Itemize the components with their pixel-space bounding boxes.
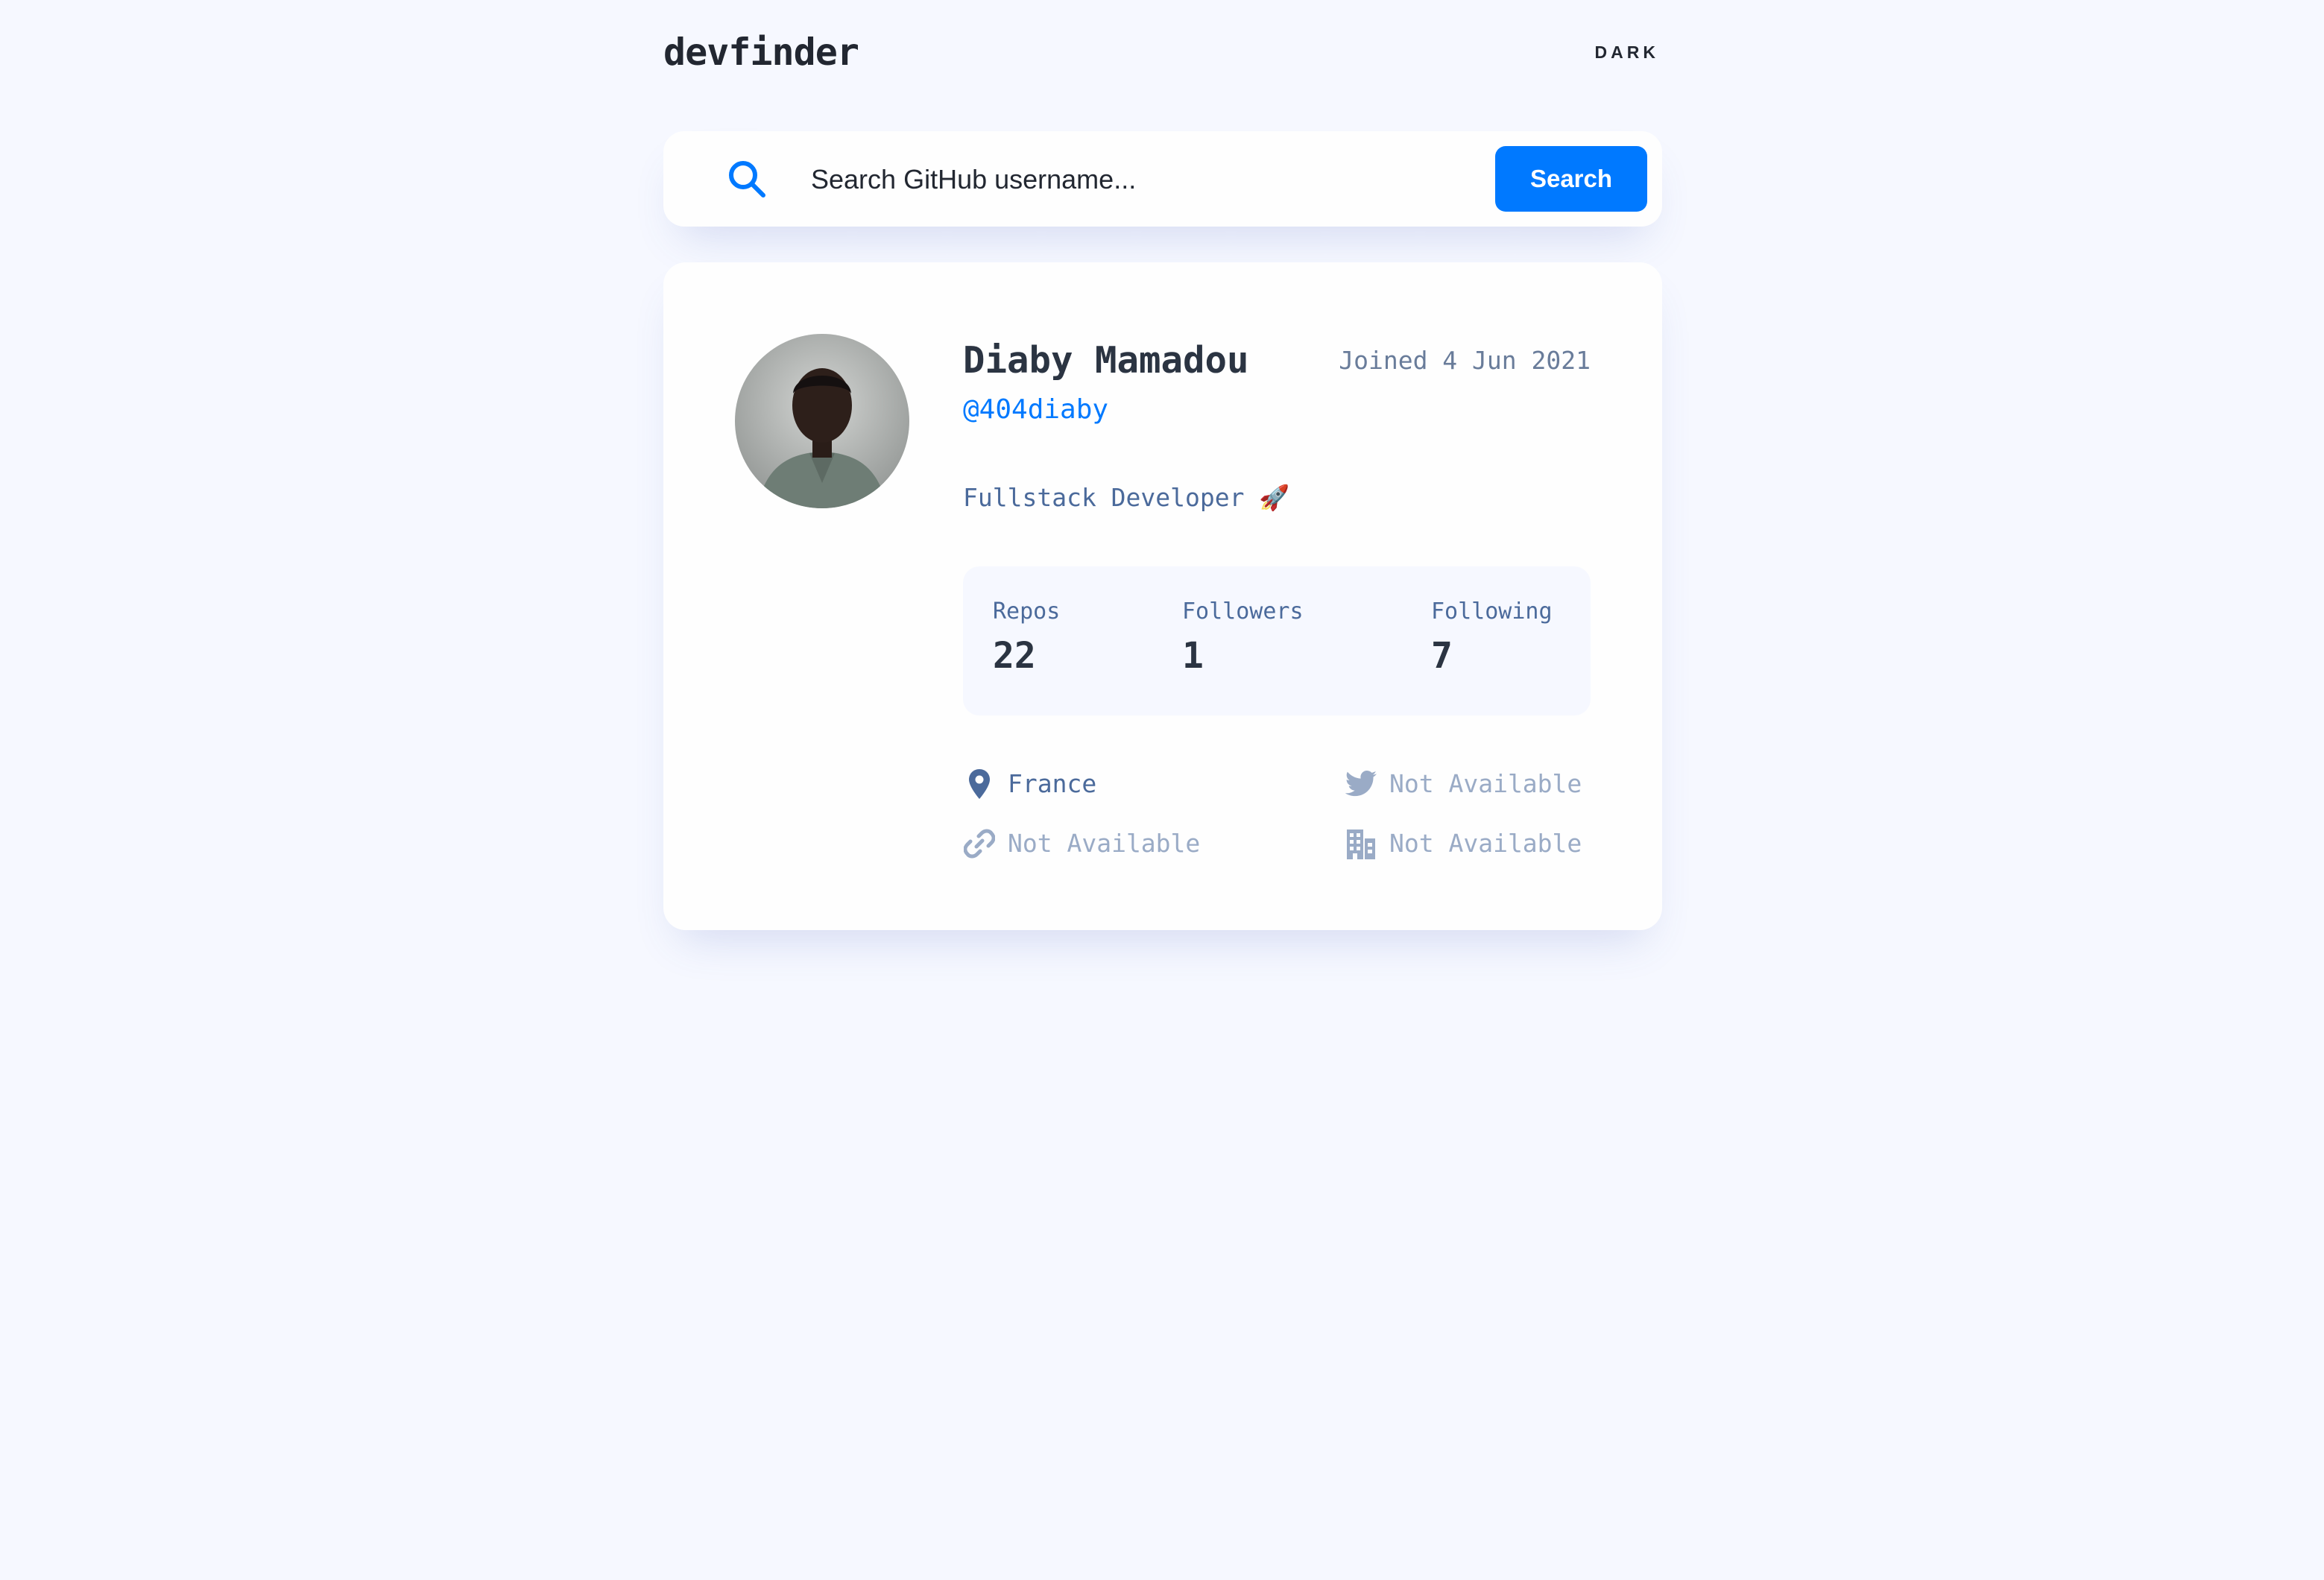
- stat-followers: Followers 1: [1182, 596, 1304, 680]
- joined-date: Joined 4 Jun 2021: [1339, 346, 1591, 375]
- stat-repos: Repos 22: [993, 596, 1060, 680]
- stat-repos-label: Repos: [993, 598, 1061, 625]
- profile-name: Diaby Mamadou: [963, 339, 1249, 382]
- stat-followers-value: 1: [1182, 635, 1204, 677]
- twitter-icon: [1345, 768, 1377, 800]
- info-twitter: Not Available: [1345, 763, 1582, 805]
- company-building-icon: [1345, 827, 1377, 860]
- profile-card: Diaby Mamadou Joined 4 Jun 2021 @404diab…: [663, 262, 1662, 930]
- blog-text[interactable]: Not Available: [1008, 826, 1200, 862]
- search-input[interactable]: [809, 152, 1379, 207]
- info-company: Not Available: [1345, 823, 1582, 865]
- stats-panel: Repos 22 Followers 1 Following 7: [963, 566, 1591, 715]
- stat-following: Following 7: [1431, 596, 1553, 680]
- search-icon: [726, 158, 768, 200]
- stat-following-label: Following: [1431, 598, 1553, 625]
- profile-login-link[interactable]: @404diaby: [963, 392, 1108, 428]
- theme-toggle-button[interactable]: DARK: [1595, 39, 1659, 66]
- avatar: [735, 334, 909, 508]
- location-pin-icon: [963, 768, 996, 800]
- company-text: Not Available: [1389, 829, 1582, 858]
- search-button[interactable]: Search: [1495, 146, 1647, 212]
- search-bar: Search: [663, 131, 1662, 227]
- stat-following-value: 7: [1431, 635, 1453, 677]
- profile-bio: Fullstack Developer 🚀: [963, 483, 1290, 512]
- info-location: France: [963, 763, 1096, 805]
- twitter-text[interactable]: Not Available: [1389, 766, 1582, 802]
- info-blog: Not Available: [963, 823, 1200, 865]
- link-icon: [963, 827, 996, 860]
- location-text: France: [1008, 769, 1097, 798]
- stat-followers-label: Followers: [1182, 598, 1304, 625]
- stat-repos-value: 22: [993, 635, 1036, 677]
- brand-logo: devfinder: [663, 31, 859, 74]
- header: devfinder DARK: [663, 28, 1662, 80]
